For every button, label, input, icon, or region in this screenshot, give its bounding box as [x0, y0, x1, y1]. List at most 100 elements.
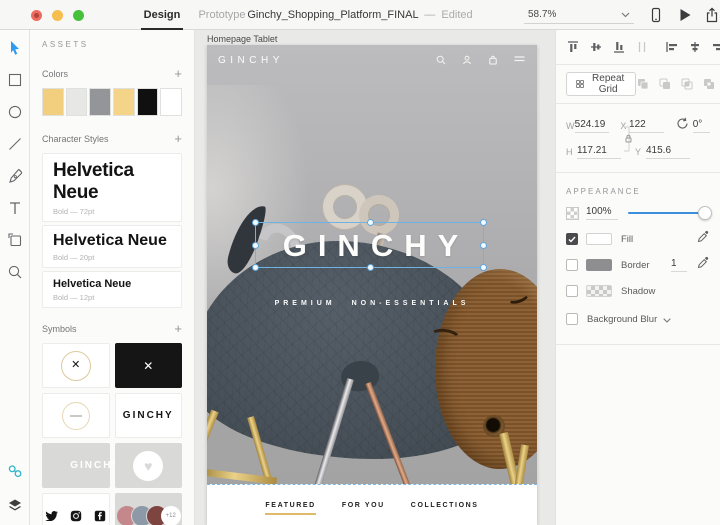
search-icon[interactable] — [436, 55, 446, 65]
character-style-item[interactable]: Helvetica Neue Bold — 72pt — [42, 153, 182, 222]
share-button[interactable] — [704, 7, 720, 23]
document-status: Edited — [441, 9, 472, 21]
color-swatch[interactable] — [137, 88, 159, 116]
distribute-vertical-icon[interactable] — [635, 40, 649, 54]
tab-for-you[interactable]: FOR YOU — [342, 502, 385, 509]
character-style-item[interactable]: Helvetica Neue Bold — 12pt — [42, 271, 182, 308]
text-tool-icon[interactable] — [7, 200, 23, 216]
boolean-exclude-icon[interactable] — [702, 77, 716, 91]
artboard-name[interactable]: Homepage Tablet — [207, 34, 277, 44]
artboard-nav-logo[interactable]: GINCHY — [218, 55, 284, 66]
badge-text-placeholder — [70, 415, 82, 417]
x-input[interactable]: 122 — [629, 119, 664, 133]
rectangle-tool-icon[interactable] — [7, 72, 23, 88]
selection-handle[interactable] — [480, 264, 487, 271]
selected-text-layer[interactable]: GINCHY — [255, 222, 484, 268]
border-color-swatch[interactable] — [586, 259, 612, 271]
select-tool-icon[interactable] — [7, 40, 23, 56]
selection-handle[interactable] — [367, 264, 374, 271]
selection-handle[interactable] — [252, 264, 259, 271]
fill-checkbox[interactable] — [566, 233, 578, 245]
background-blur-row: Background Blur — [566, 304, 710, 334]
add-character-style-button[interactable]: + — [174, 134, 182, 144]
align-middle-icon[interactable] — [589, 40, 603, 54]
facebook-icon — [94, 510, 106, 522]
width-input[interactable]: 524.19 — [575, 119, 610, 133]
symbol-close-ring[interactable]: ✕ — [42, 343, 110, 388]
assets-panel-icon[interactable] — [7, 463, 23, 479]
hero-subtitle-text[interactable]: PREMIUM NON-ESSENTIALS — [207, 300, 537, 307]
tab-featured[interactable]: FEATURED — [265, 502, 315, 509]
line-tool-icon[interactable] — [7, 136, 23, 152]
border-width-input[interactable]: 1 — [671, 258, 687, 272]
hero-image[interactable]: GINCHY GINCHY — [207, 45, 537, 484]
zoom-tool-icon[interactable] — [7, 264, 23, 280]
add-symbol-button[interactable]: + — [174, 324, 182, 334]
color-swatch[interactable] — [89, 88, 111, 116]
eyedropper-icon[interactable] — [697, 256, 710, 274]
background-blur-checkbox[interactable] — [566, 313, 578, 325]
color-swatch[interactable] — [113, 88, 135, 116]
color-swatch[interactable] — [66, 88, 88, 116]
chevron-down-icon[interactable] — [663, 310, 671, 328]
avatars-more-count: +12 — [161, 506, 181, 525]
lock-aspect-ratio-icon[interactable] — [622, 126, 632, 157]
artboard-category-tabs: FEATURED FOR YOU COLLECTIONS — [207, 484, 537, 525]
close-icon: ✕ — [71, 360, 80, 371]
tab-collections[interactable]: COLLECTIONS — [411, 502, 479, 509]
preview-on-device-button[interactable] — [648, 7, 664, 23]
symbol-badge-ring[interactable] — [42, 393, 110, 438]
pen-tool-icon[interactable] — [7, 168, 23, 184]
y-label: Y — [635, 147, 646, 157]
ellipse-tool-icon[interactable] — [7, 104, 23, 120]
user-icon[interactable] — [462, 55, 472, 65]
artboard-tool-icon[interactable] — [7, 232, 23, 248]
fill-label: Fill — [621, 234, 633, 245]
shadow-checkbox[interactable] — [566, 285, 578, 297]
align-right-icon[interactable] — [711, 40, 720, 54]
symbol-logo-light-text[interactable]: GINCHY — [42, 443, 110, 488]
selection-handle[interactable] — [480, 219, 487, 226]
opacity-row: 100% — [566, 200, 710, 226]
desktop-preview-button[interactable] — [677, 7, 693, 23]
opacity-slider[interactable] — [628, 206, 710, 220]
add-color-button[interactable]: + — [174, 69, 182, 79]
menu-icon[interactable] — [514, 55, 525, 63]
selection-handle[interactable] — [367, 219, 374, 226]
selection-handle[interactable] — [252, 242, 259, 249]
opacity-icon — [566, 207, 579, 220]
border-checkbox[interactable] — [566, 259, 578, 271]
zoom-level-control[interactable]: 58.7% — [524, 6, 634, 24]
symbol-logo-dark-text[interactable]: GINCHY — [115, 393, 183, 438]
symbol-favorite[interactable]: ♥ — [115, 443, 183, 488]
boolean-subtract-icon[interactable] — [658, 77, 672, 91]
color-swatch[interactable] — [42, 88, 64, 116]
shadow-swatch[interactable] — [586, 285, 612, 297]
character-style-item[interactable]: Helvetica Neue Bold — 20pt — [42, 225, 182, 268]
symbol-close-dark[interactable]: ✕ — [115, 343, 183, 388]
height-input[interactable]: 117.21 — [577, 145, 621, 159]
selection-handle[interactable] — [480, 242, 487, 249]
eyedropper-icon[interactable] — [697, 230, 710, 248]
close-icon: ✕ — [143, 360, 153, 372]
align-left-icon[interactable] — [665, 40, 679, 54]
bag-icon[interactable] — [488, 55, 498, 65]
symbol-social-icons[interactable] — [42, 493, 110, 525]
opacity-slider-handle[interactable] — [698, 206, 712, 220]
opacity-input[interactable]: 100% — [586, 206, 618, 220]
selection-handle[interactable] — [252, 219, 259, 226]
symbol-avatars[interactable]: +12 — [115, 493, 183, 525]
color-swatch[interactable] — [160, 88, 182, 116]
artboard-homepage-tablet[interactable]: GINCHY GINCHY — [207, 45, 537, 525]
layers-panel-icon[interactable] — [7, 497, 23, 513]
boolean-intersect-icon[interactable] — [680, 77, 694, 91]
align-top-icon[interactable] — [566, 40, 580, 54]
fill-color-swatch[interactable] — [586, 233, 612, 245]
design-canvas[interactable]: Homepage Tablet — [195, 30, 555, 525]
align-bottom-icon[interactable] — [612, 40, 626, 54]
align-center-icon[interactable] — [688, 40, 702, 54]
y-input[interactable]: 415.6 — [646, 145, 690, 159]
boolean-add-icon[interactable] — [636, 77, 650, 91]
rotation-input[interactable]: 0° — [693, 119, 710, 133]
repeat-grid-button[interactable]: Repeat Grid — [566, 72, 636, 96]
